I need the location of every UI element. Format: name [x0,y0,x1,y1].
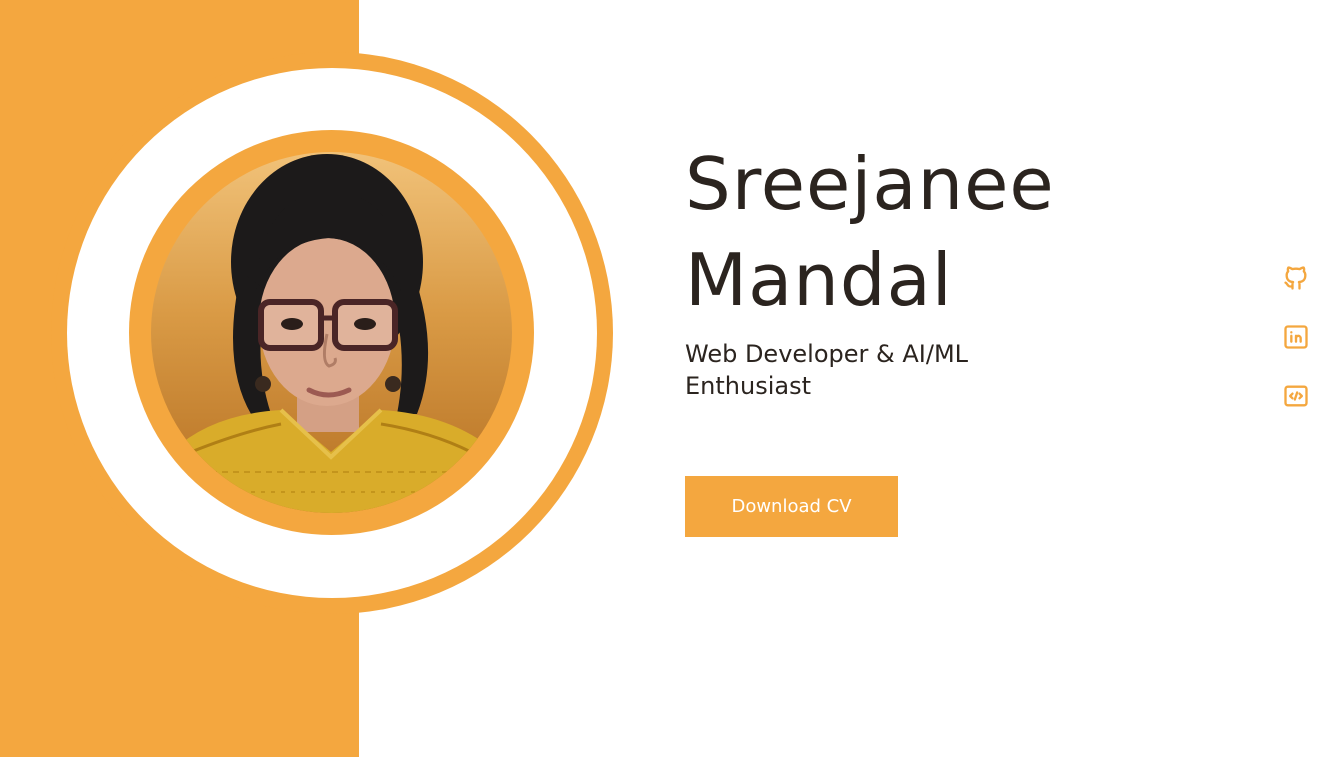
linkedin-icon [1284,325,1308,349]
download-cv-button[interactable]: Download CV [685,476,898,537]
profile-name-line2: Mandal [685,238,953,322]
hero-text-block: Sreejanee Mandal Web Developer & AI/ML E… [685,136,1205,402]
profile-photo [151,152,512,513]
code-link[interactable] [1282,382,1310,410]
linkedin-link[interactable] [1282,323,1310,351]
social-links [1282,264,1310,441]
profile-role: Web Developer & AI/ML Enthusiast [685,340,969,400]
profile-name-line1: Sreejanee [685,142,1055,226]
profile-name: Sreejanee Mandal [685,136,1205,328]
github-link[interactable] [1282,264,1310,292]
code-icon [1284,385,1308,407]
hero-section: Sreejanee Mandal Web Developer & AI/ML E… [0,0,1340,757]
github-icon [1284,266,1307,290]
